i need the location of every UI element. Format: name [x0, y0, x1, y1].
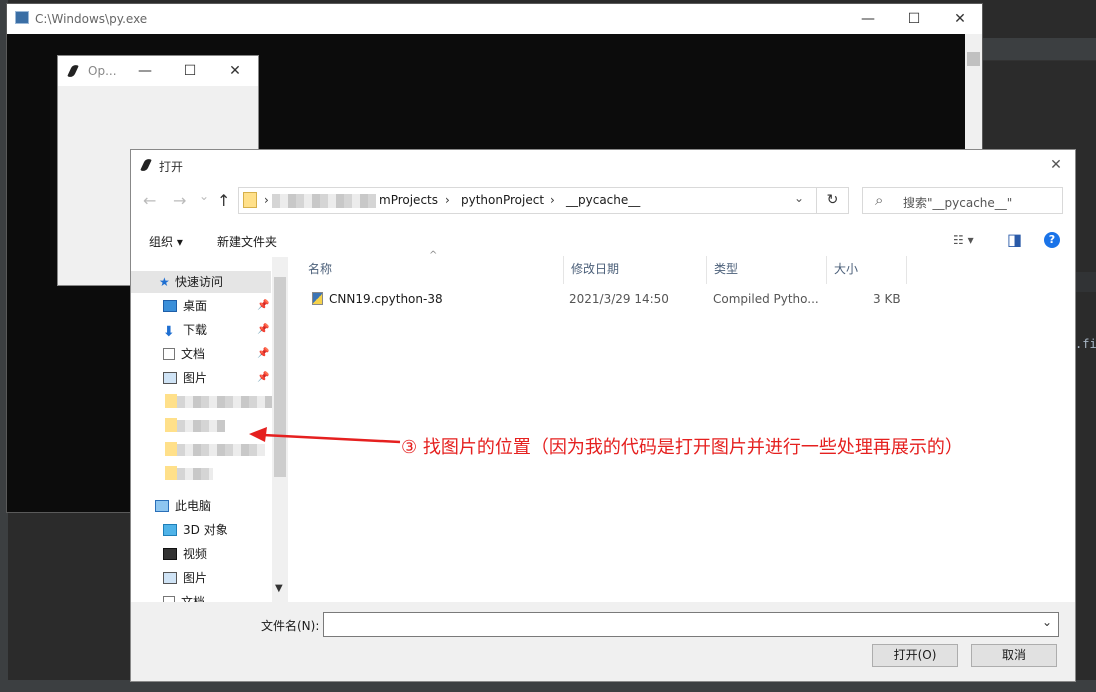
- nav-desktop[interactable]: 桌面: [163, 295, 207, 317]
- pin-icon: 📌: [257, 324, 270, 335]
- up-arrow-icon[interactable]: ↑: [217, 191, 230, 210]
- column-header-name[interactable]: 名称: [301, 256, 564, 284]
- nav-videos[interactable]: 视频: [163, 543, 207, 565]
- scroll-down-arrow-icon[interactable]: ▼: [275, 583, 283, 594]
- python-file-icon: [312, 292, 323, 305]
- back-arrow-icon[interactable]: ←: [143, 191, 156, 210]
- tk-titlebar[interactable]: Op... — ☐ ✕: [58, 56, 258, 86]
- cube-icon: [163, 524, 177, 536]
- search-box[interactable]: ⌕ 搜索"__pycache__": [862, 187, 1063, 214]
- pin-icon: 📌: [257, 300, 270, 311]
- nav-quick-access[interactable]: ★ 快速访问: [131, 271, 271, 293]
- scrollbar-thumb[interactable]: [967, 52, 980, 66]
- desktop-icon: [163, 300, 177, 312]
- open-button[interactable]: 打开(O): [872, 644, 958, 667]
- chevron-down-icon[interactable]: ⌄: [1042, 615, 1052, 629]
- help-icon[interactable]: ?: [1044, 232, 1060, 248]
- search-icon: ⌕: [875, 191, 884, 209]
- annotation-text: ③ 找图片的位置（因为我的代码是打开图片并进行一些处理再展示的）: [401, 437, 963, 458]
- ide-tab-bar: [983, 38, 1096, 61]
- nav-this-pc[interactable]: 此电脑: [155, 495, 211, 517]
- file-name: CNN19.cpython-38: [329, 292, 443, 306]
- pin-icon: 📌: [257, 348, 270, 359]
- annotation-arrow: [249, 427, 401, 444]
- python-app-icon: [15, 11, 29, 24]
- folder-icon: [165, 418, 177, 432]
- ide-code-fragment: .fi: [1075, 337, 1096, 351]
- filename-label: 文件名(N):: [261, 619, 320, 633]
- maximize-button[interactable]: ☐: [167, 56, 213, 86]
- nav-documents[interactable]: 文档: [163, 343, 205, 365]
- console-title: C:\Windows\py.exe: [35, 12, 148, 26]
- dialog-bottom-panel: 文件名(N): ⌄ 打开(O) 取消: [131, 602, 1075, 681]
- recent-dropdown-icon[interactable]: ⌄: [199, 189, 209, 203]
- preview-pane-icon[interactable]: ◨: [1007, 230, 1022, 249]
- feather-icon: [140, 157, 152, 173]
- computer-icon: [155, 500, 169, 512]
- breadcrumb-separator: ›: [445, 193, 450, 207]
- breadcrumb-item[interactable]: __pycache__: [566, 193, 640, 207]
- folder-icon: [165, 394, 177, 408]
- breadcrumb-separator: ›: [264, 193, 269, 207]
- nav-3d-objects[interactable]: 3D 对象: [163, 519, 228, 541]
- download-icon: ⬇: [163, 324, 175, 340]
- feather-icon: [67, 63, 79, 79]
- nav-pictures[interactable]: 图片: [163, 367, 207, 389]
- open-file-dialog: 打开 ✕ ← → ⌄ ↑ › mProjects › pythonProject…: [130, 149, 1076, 682]
- column-header-size[interactable]: 大小: [827, 256, 907, 284]
- minimize-button[interactable]: —: [122, 56, 168, 86]
- blurred-path: [272, 194, 376, 208]
- video-icon: [163, 548, 177, 560]
- document-icon: [163, 348, 175, 360]
- dialog-titlebar[interactable]: 打开 ✕: [131, 150, 1075, 180]
- column-header-modified[interactable]: 修改日期: [564, 256, 707, 284]
- new-folder-button[interactable]: 新建文件夹: [217, 233, 277, 250]
- refresh-button[interactable]: ↻: [817, 187, 849, 214]
- pin-icon: 📌: [257, 372, 270, 383]
- nav-downloads[interactable]: ⬇ 下载: [163, 319, 207, 341]
- nav-pictures-pc[interactable]: 图片: [163, 567, 207, 589]
- filename-input[interactable]: ⌄: [323, 612, 1059, 637]
- forward-arrow-icon[interactable]: →: [173, 191, 186, 210]
- picture-icon: [163, 372, 177, 384]
- tk-title: Op...: [88, 64, 117, 78]
- blurred-folder-name: [177, 468, 213, 480]
- breadcrumb-item[interactable]: pythonProject: [461, 193, 544, 207]
- column-header-type[interactable]: 类型: [707, 256, 827, 284]
- picture-icon: [163, 572, 177, 584]
- close-button[interactable]: ✕: [1037, 150, 1075, 180]
- view-options-icon[interactable]: ☷ ▾: [953, 233, 974, 247]
- file-type: Compiled Pytho...: [713, 292, 819, 306]
- star-icon: ★: [159, 275, 170, 289]
- maximize-button[interactable]: ☐: [891, 4, 937, 34]
- breadcrumb-item[interactable]: mProjects: [379, 193, 438, 207]
- folder-icon: [243, 192, 257, 208]
- file-size: 3 KB: [873, 292, 901, 306]
- blurred-folder-name: [177, 420, 225, 432]
- address-bar[interactable]: › mProjects › pythonProject › __pycache_…: [238, 187, 817, 214]
- folder-icon: [165, 466, 177, 480]
- chevron-down-icon[interactable]: ⌄: [794, 191, 804, 205]
- minimize-button[interactable]: —: [845, 4, 891, 34]
- close-button[interactable]: ✕: [212, 56, 258, 86]
- close-button[interactable]: ✕: [937, 4, 983, 34]
- folder-icon: [165, 442, 177, 456]
- file-modified: 2021/3/29 14:50: [569, 292, 669, 306]
- cancel-button[interactable]: 取消: [971, 644, 1057, 667]
- search-placeholder: 搜索"__pycache__": [903, 196, 1013, 210]
- breadcrumb-separator: ›: [550, 193, 555, 207]
- console-titlebar[interactable]: C:\Windows\py.exe — ☐ ✕: [7, 4, 982, 34]
- nav-documents-pc[interactable]: 文档: [163, 591, 205, 602]
- blurred-folder-name: [177, 396, 272, 408]
- dialog-title: 打开: [159, 160, 184, 174]
- organize-menu[interactable]: 组织 ▾: [149, 233, 183, 250]
- dialog-toolbar: 组织 ▾ 新建文件夹 ☷ ▾ ◨ ?: [131, 226, 1075, 254]
